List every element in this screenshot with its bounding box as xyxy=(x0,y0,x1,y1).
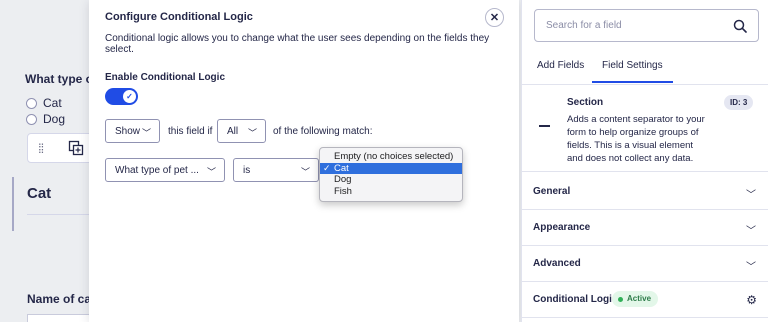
chevron-down-icon: ﹀ xyxy=(206,167,216,177)
checkmark-icon: ✓ xyxy=(323,162,331,173)
question-label: What type of xyxy=(25,72,97,86)
radio-icon[interactable] xyxy=(26,113,37,125)
field-select-value: What type of pet ... xyxy=(115,164,199,176)
enable-conditional-logic-label: Enable Conditional Logic xyxy=(105,72,225,83)
status-badge: Active xyxy=(612,291,659,307)
dropdown-option-dog[interactable]: Dog xyxy=(320,174,462,186)
chevron-down-icon: ﹀ xyxy=(746,190,756,201)
divider xyxy=(522,171,768,172)
section-icon xyxy=(539,125,550,127)
operator-select[interactable]: is ﹀ xyxy=(233,158,319,182)
chevron-down-icon: ﹀ xyxy=(141,128,151,138)
field-settings-sidebar: Search for a field Add Fields Field Sett… xyxy=(521,0,768,322)
radio-icon[interactable] xyxy=(26,97,37,109)
duplicate-icon[interactable] xyxy=(68,140,84,156)
search-field[interactable]: Search for a field xyxy=(534,9,759,42)
field-type-name: Section xyxy=(567,97,604,108)
field-id-badge: ID: 3 xyxy=(724,95,754,110)
action-select-value: Show xyxy=(115,125,141,137)
dropdown-option-empty[interactable]: Empty (no choices selected) xyxy=(320,151,462,163)
modal-description: Conditional logic allows you to change w… xyxy=(105,33,490,55)
enable-conditional-logic-toggle[interactable]: ✓ xyxy=(105,88,138,105)
chevron-down-icon: ﹀ xyxy=(746,226,756,237)
close-button[interactable]: ✕ xyxy=(485,8,504,27)
match-select-value: All xyxy=(227,125,239,137)
dropdown-option-cat[interactable]: ✓ Cat xyxy=(320,162,462,174)
accordion-advanced[interactable]: Advanced ﹀ xyxy=(522,246,768,281)
chevron-down-icon: ﹀ xyxy=(247,128,257,138)
operator-select-value: is xyxy=(243,164,251,176)
sidebar-tabs: Add Fields Field Settings xyxy=(522,60,768,84)
accordion-appearance[interactable]: Appearance ﹀ xyxy=(522,210,768,245)
choice-cat[interactable]: Cat xyxy=(26,96,62,110)
match-select[interactable]: All ﹀ xyxy=(217,119,266,143)
active-tab-indicator xyxy=(592,81,673,83)
drag-handle-icon[interactable]: ⁞⁞ xyxy=(38,141,44,156)
check-icon: ✓ xyxy=(123,90,136,103)
name-field-label: Name of cat xyxy=(27,292,96,306)
accordion-general[interactable]: General ﹀ xyxy=(522,174,768,209)
following-match-text: of the following match: xyxy=(273,126,373,137)
field-select[interactable]: What type of pet ... ﹀ xyxy=(105,158,225,182)
status-dot-icon xyxy=(618,296,623,302)
dropdown-option-fish[interactable]: Fish xyxy=(320,186,462,198)
tab-field-settings[interactable]: Field Settings xyxy=(592,60,673,83)
action-select[interactable]: Show ﹀ xyxy=(105,119,160,143)
this-field-if-text: this field if xyxy=(168,126,213,137)
gear-icon[interactable]: ⚙ xyxy=(746,293,757,307)
search-input[interactable]: Search for a field xyxy=(546,20,622,31)
field-info: Section Adds a content separator to your… xyxy=(522,85,768,169)
choice-dog[interactable]: Dog xyxy=(26,112,65,126)
tab-add-fields[interactable]: Add Fields xyxy=(537,60,584,71)
accordion-conditional-logic[interactable]: Conditional Logic Active ⚙ xyxy=(522,282,768,317)
choice-label: Cat xyxy=(43,96,62,110)
section-title[interactable]: Cat xyxy=(27,185,51,202)
search-icon xyxy=(733,19,747,33)
value-dropdown-menu: Empty (no choices selected) ✓ Cat Dog Fis… xyxy=(319,147,463,202)
chevron-down-icon: ﹀ xyxy=(746,262,756,273)
section-selected-indicator xyxy=(12,177,14,231)
chevron-down-icon: ﹀ xyxy=(300,167,310,177)
divider xyxy=(522,317,768,318)
choice-label: Dog xyxy=(43,112,66,126)
modal-title: Configure Conditional Logic xyxy=(105,11,253,23)
name-input[interactable] xyxy=(27,314,92,322)
field-type-description: Adds a content separator to your form to… xyxy=(567,114,705,164)
close-icon: ✕ xyxy=(489,12,500,24)
section-divider xyxy=(27,214,92,215)
